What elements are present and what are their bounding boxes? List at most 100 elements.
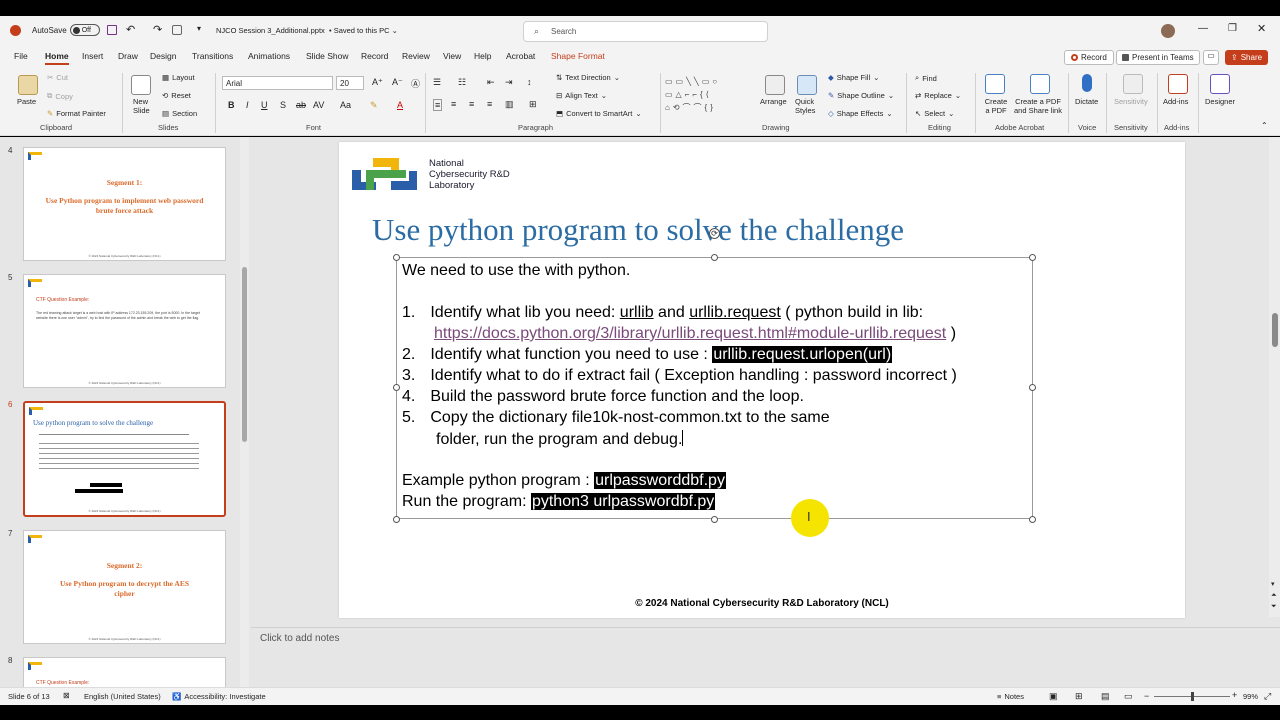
previous-slide-icon[interactable]: ⏶: [1271, 592, 1277, 600]
tab-shape-format[interactable]: Shape Format: [551, 51, 605, 61]
arrow-down-icon[interactable]: ▾: [1271, 580, 1275, 588]
dictate-button[interactable]: Dictate: [1075, 97, 1098, 106]
designer-icon[interactable]: [1210, 74, 1230, 94]
tab-draw[interactable]: Draw: [118, 51, 138, 61]
tab-review[interactable]: Review: [402, 51, 430, 61]
justify-icon[interactable]: ≡: [487, 99, 492, 109]
minimize-icon[interactable]: —: [1198, 23, 1208, 34]
tab-design[interactable]: Design: [150, 51, 176, 61]
rotate-handle-icon[interactable]: ⟳: [709, 228, 720, 239]
editor-scrollbar[interactable]: ▾ ⏶ ⏷: [1269, 137, 1280, 617]
zoom-out-icon[interactable]: −: [1144, 691, 1149, 701]
zoom-slider-thumb[interactable]: [1191, 692, 1194, 701]
new-slide-button[interactable]: New Slide: [133, 97, 153, 115]
tab-help[interactable]: Help: [474, 51, 491, 61]
restore-icon[interactable]: ❐: [1228, 23, 1237, 34]
shadow-icon[interactable]: S: [280, 100, 286, 110]
decrease-indent-icon[interactable]: ⇤: [487, 77, 495, 88]
replace-button[interactable]: ⇄ Replace ⌄: [915, 91, 961, 100]
tab-slide-show[interactable]: Slide Show: [306, 51, 349, 61]
present-from-start-icon[interactable]: [172, 25, 182, 35]
resize-handle[interactable]: [1029, 254, 1036, 261]
shape-effects-button[interactable]: ◇ Shape Effects ⌄: [828, 109, 893, 118]
autosave-toggle[interactable]: AutoSave Off: [32, 24, 100, 36]
line-spacing-icon[interactable]: ↕: [527, 77, 532, 87]
create-share-button[interactable]: Create a PDF and Share link: [1012, 97, 1064, 115]
strikethrough-icon[interactable]: ab: [296, 100, 306, 110]
font-size-select[interactable]: 20: [336, 76, 364, 90]
align-text-button[interactable]: ⊟ Align Text ⌄: [556, 91, 607, 100]
avatar[interactable]: [1161, 24, 1175, 38]
slide-title[interactable]: Use python program to solve the challeng…: [372, 212, 904, 248]
sensitivity-button[interactable]: Sensitivity: [1114, 97, 1148, 106]
convert-smartart-button[interactable]: ⬒ Convert to SmartArt ⌄: [556, 109, 642, 118]
resize-handle[interactable]: [393, 384, 400, 391]
tab-acrobat[interactable]: Acrobat: [506, 51, 535, 61]
record-button[interactable]: Record: [1064, 50, 1114, 65]
create-pdf-icon[interactable]: [985, 74, 1005, 94]
align-left-icon[interactable]: ≡: [433, 99, 443, 111]
scrollbar-thumb[interactable]: [1272, 313, 1278, 347]
customize-toolbar-icon[interactable]: ▾: [197, 24, 201, 33]
shapes-gallery[interactable]: ▭▭╲╲▭○ ▭△⌐⌐{⟨ ⌂⟲⌒⌒{}: [665, 75, 757, 117]
quick-styles-icon[interactable]: [797, 75, 817, 95]
spelling-icon[interactable]: ⊠: [63, 691, 70, 700]
decrease-font-icon[interactable]: A⁻: [392, 77, 403, 88]
find-button[interactable]: ⌕ Find: [915, 73, 937, 83]
resize-handle[interactable]: [1029, 384, 1036, 391]
tab-view[interactable]: View: [443, 51, 461, 61]
tab-file[interactable]: File: [14, 51, 28, 61]
italic-icon[interactable]: I: [246, 100, 249, 110]
distribute-icon[interactable]: ⊞: [529, 99, 537, 110]
docs-link[interactable]: https://docs.python.org/3/library/urllib…: [434, 325, 946, 342]
slide-thumbnail-4[interactable]: Segment 1: Use Python program to impleme…: [23, 147, 226, 261]
select-button[interactable]: ↖ Select ⌄: [915, 109, 954, 118]
save-icon[interactable]: [107, 25, 117, 35]
format-painter-button[interactable]: ✎ Format Painter: [47, 109, 106, 118]
share-button[interactable]: ⇪ Share: [1225, 50, 1269, 65]
bullets-icon[interactable]: ☰: [433, 77, 441, 88]
columns-icon[interactable]: ▥: [505, 99, 514, 110]
panel-scrollbar[interactable]: [240, 137, 249, 687]
tab-transitions[interactable]: Transitions: [192, 51, 233, 61]
create-share-icon[interactable]: [1030, 74, 1050, 94]
addins-button[interactable]: Add-ins: [1163, 97, 1188, 106]
reading-view-icon[interactable]: ▤: [1101, 691, 1110, 702]
tab-animations[interactable]: Animations: [248, 51, 290, 61]
resize-handle[interactable]: [711, 254, 718, 261]
comments-icon[interactable]: ▭: [1203, 50, 1219, 65]
text-direction-button[interactable]: ⇅ Text Direction ⌄: [556, 73, 620, 82]
notes-button[interactable]: ≡ Notes: [997, 692, 1024, 701]
notes-placeholder[interactable]: Click to add notes: [260, 633, 340, 644]
addins-icon[interactable]: [1168, 74, 1188, 94]
increase-font-icon[interactable]: A⁺: [372, 77, 383, 88]
reset-button[interactable]: ⟲ Reset: [162, 91, 191, 100]
increase-indent-icon[interactable]: ⇥: [505, 77, 513, 88]
present-in-teams-button[interactable]: Present in Teams: [1116, 50, 1200, 65]
resize-handle[interactable]: [711, 516, 718, 523]
paste-icon[interactable]: [18, 75, 38, 95]
cut-button[interactable]: ✂ Cut: [47, 73, 68, 82]
align-center-icon[interactable]: ≡: [451, 99, 456, 109]
fit-slide-icon[interactable]: ⤢: [1264, 691, 1271, 702]
clear-format-icon[interactable]: Ⓐ: [411, 77, 420, 90]
collapse-ribbon-icon[interactable]: ⌃: [1261, 121, 1268, 130]
character-spacing-icon[interactable]: AV: [313, 100, 324, 110]
shape-fill-button[interactable]: ◆ Shape Fill ⌄: [828, 73, 879, 82]
slide-sorter-icon[interactable]: ⊞: [1075, 691, 1083, 702]
shape-outline-button[interactable]: ✎ Shape Outline ⌄: [828, 91, 894, 100]
redo-icon[interactable]: ↷: [153, 23, 162, 36]
search-box[interactable]: ⌕ Search: [523, 21, 768, 42]
microphone-icon[interactable]: [1082, 74, 1092, 92]
font-name-select[interactable]: Arial: [222, 76, 333, 90]
tab-home[interactable]: Home: [45, 51, 69, 65]
file-name[interactable]: NJCO Session 3_Additional.pptx • Saved t…: [216, 26, 398, 35]
change-case-icon[interactable]: Aa: [340, 100, 351, 110]
numbering-icon[interactable]: ☷: [458, 77, 466, 88]
language-indicator[interactable]: English (United States): [84, 692, 161, 701]
copy-button[interactable]: ⧉ Copy: [47, 91, 73, 101]
bold-icon[interactable]: B: [228, 100, 235, 110]
slide-thumbnail-7[interactable]: Segment 2: Use Python program to decrypt…: [23, 530, 226, 644]
align-right-icon[interactable]: ≡: [469, 99, 474, 109]
tab-record[interactable]: Record: [361, 51, 388, 61]
